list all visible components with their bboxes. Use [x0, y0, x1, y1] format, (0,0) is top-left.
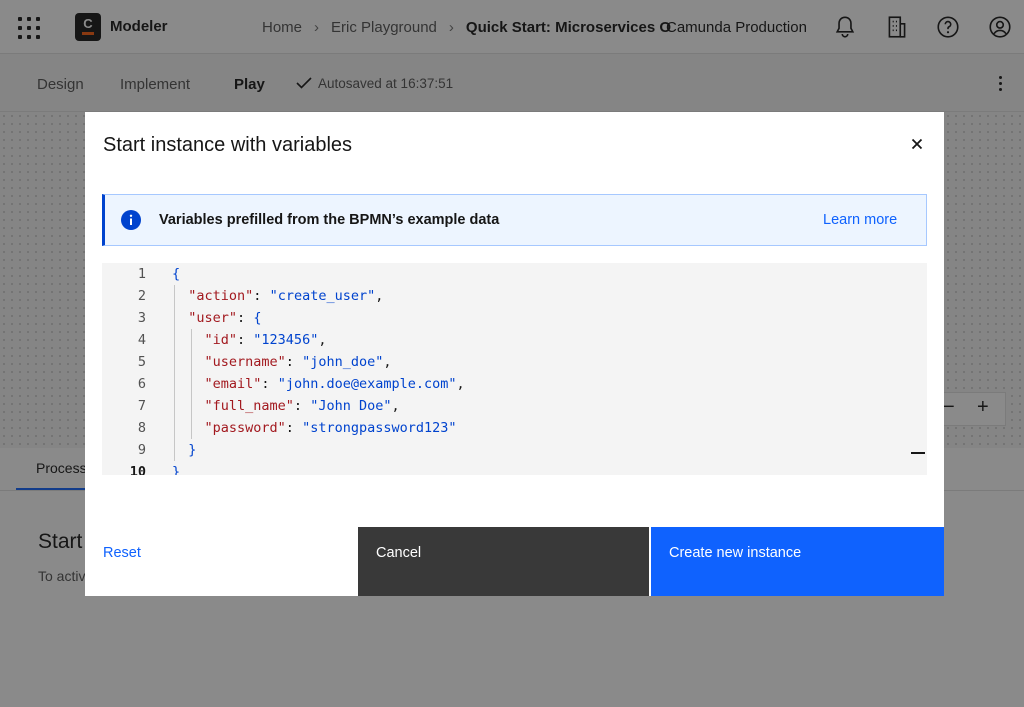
line-number: 5	[137, 354, 146, 370]
json-separator: :	[237, 332, 254, 348]
code-line[interactable]: 7 "full_name": "John Doe",	[102, 395, 927, 417]
json-value: "John Doe"	[310, 398, 392, 414]
json-separator: :	[237, 310, 254, 326]
line-number: 10	[129, 464, 146, 475]
code-text: {	[172, 266, 180, 282]
code-text: }	[172, 464, 180, 475]
line-number: 7	[137, 398, 146, 414]
json-separator: :	[285, 354, 303, 370]
learn-more-link[interactable]: Learn more	[823, 212, 897, 228]
code-line[interactable]: 4 "id": "123456",	[102, 329, 927, 351]
reset-button[interactable]: Reset	[85, 527, 357, 596]
code-text: "full_name": "John Doe",	[172, 398, 400, 414]
start-instance-modal: Start instance with variables Variables …	[85, 112, 944, 596]
code-line[interactable]: 1{	[102, 263, 927, 285]
code-line[interactable]: 3 "user": {	[102, 307, 927, 329]
close-icon[interactable]	[905, 132, 929, 156]
code-text: "user": {	[172, 310, 261, 326]
code-text: }	[172, 442, 196, 458]
line-number: 3	[137, 310, 146, 326]
json-key: "username"	[204, 354, 286, 370]
line-number: 6	[137, 376, 146, 392]
json-punctuation: {	[172, 266, 181, 282]
json-value: "john_doe"	[302, 354, 384, 370]
json-separator: :	[261, 376, 278, 392]
json-key: "password"	[204, 420, 286, 436]
line-number: 8	[137, 420, 146, 436]
modal-title: Start instance with variables	[103, 134, 353, 156]
code-text: "id": "123456",	[172, 332, 327, 348]
code-line[interactable]: 9 }	[102, 439, 927, 461]
create-new-instance-button[interactable]: Create new instance	[651, 527, 944, 596]
json-punctuation: ,	[318, 332, 327, 348]
json-key: "email"	[204, 376, 262, 392]
line-number: 1	[137, 266, 146, 282]
json-separator: :	[293, 398, 311, 414]
line-number: 9	[137, 442, 146, 458]
code-line[interactable]: 5 "username": "john_doe",	[102, 351, 927, 373]
json-key: "user"	[188, 310, 238, 326]
json-key: "id"	[204, 332, 238, 348]
code-text: "username": "john_doe",	[172, 354, 392, 370]
json-punctuation: }	[172, 464, 181, 475]
line-number: 2	[137, 288, 146, 304]
code-line[interactable]: 8 "password": "strongpassword123"	[102, 417, 927, 439]
json-value: "create_user"	[269, 288, 376, 304]
json-value: "john.doe@example.com"	[277, 376, 457, 392]
cancel-button[interactable]: Cancel	[358, 527, 649, 596]
info-icon	[121, 210, 141, 230]
notification-text: Variables prefilled from the BPMN’s exam…	[159, 212, 500, 228]
json-key: "action"	[188, 288, 254, 304]
json-punctuation: ,	[391, 398, 400, 414]
code-line[interactable]: 2 "action": "create_user",	[102, 285, 927, 307]
json-value: "123456"	[253, 332, 319, 348]
line-number: 4	[137, 332, 146, 348]
json-punctuation: ,	[456, 376, 465, 392]
code-text: "email": "john.doe@example.com",	[172, 376, 465, 392]
json-punctuation: {	[253, 310, 262, 326]
code-line[interactable]: 10}	[102, 461, 927, 475]
json-value: "strongpassword123"	[302, 420, 457, 436]
code-text: "password": "strongpassword123"	[172, 420, 457, 436]
json-variables-editor[interactable]: 1{2 "action": "create_user", 3 "user": {4…	[102, 263, 927, 475]
code-text: "action": "create_user",	[172, 288, 383, 304]
info-notification: Variables prefilled from the BPMN’s exam…	[102, 194, 927, 246]
json-key: "full_name"	[204, 398, 294, 414]
json-punctuation: ,	[375, 288, 384, 304]
json-separator: :	[253, 288, 270, 304]
code-line[interactable]: 6 "email": "john.doe@example.com",	[102, 373, 927, 395]
json-punctuation: }	[188, 442, 197, 458]
json-punctuation: ,	[383, 354, 392, 370]
json-separator: :	[285, 420, 303, 436]
